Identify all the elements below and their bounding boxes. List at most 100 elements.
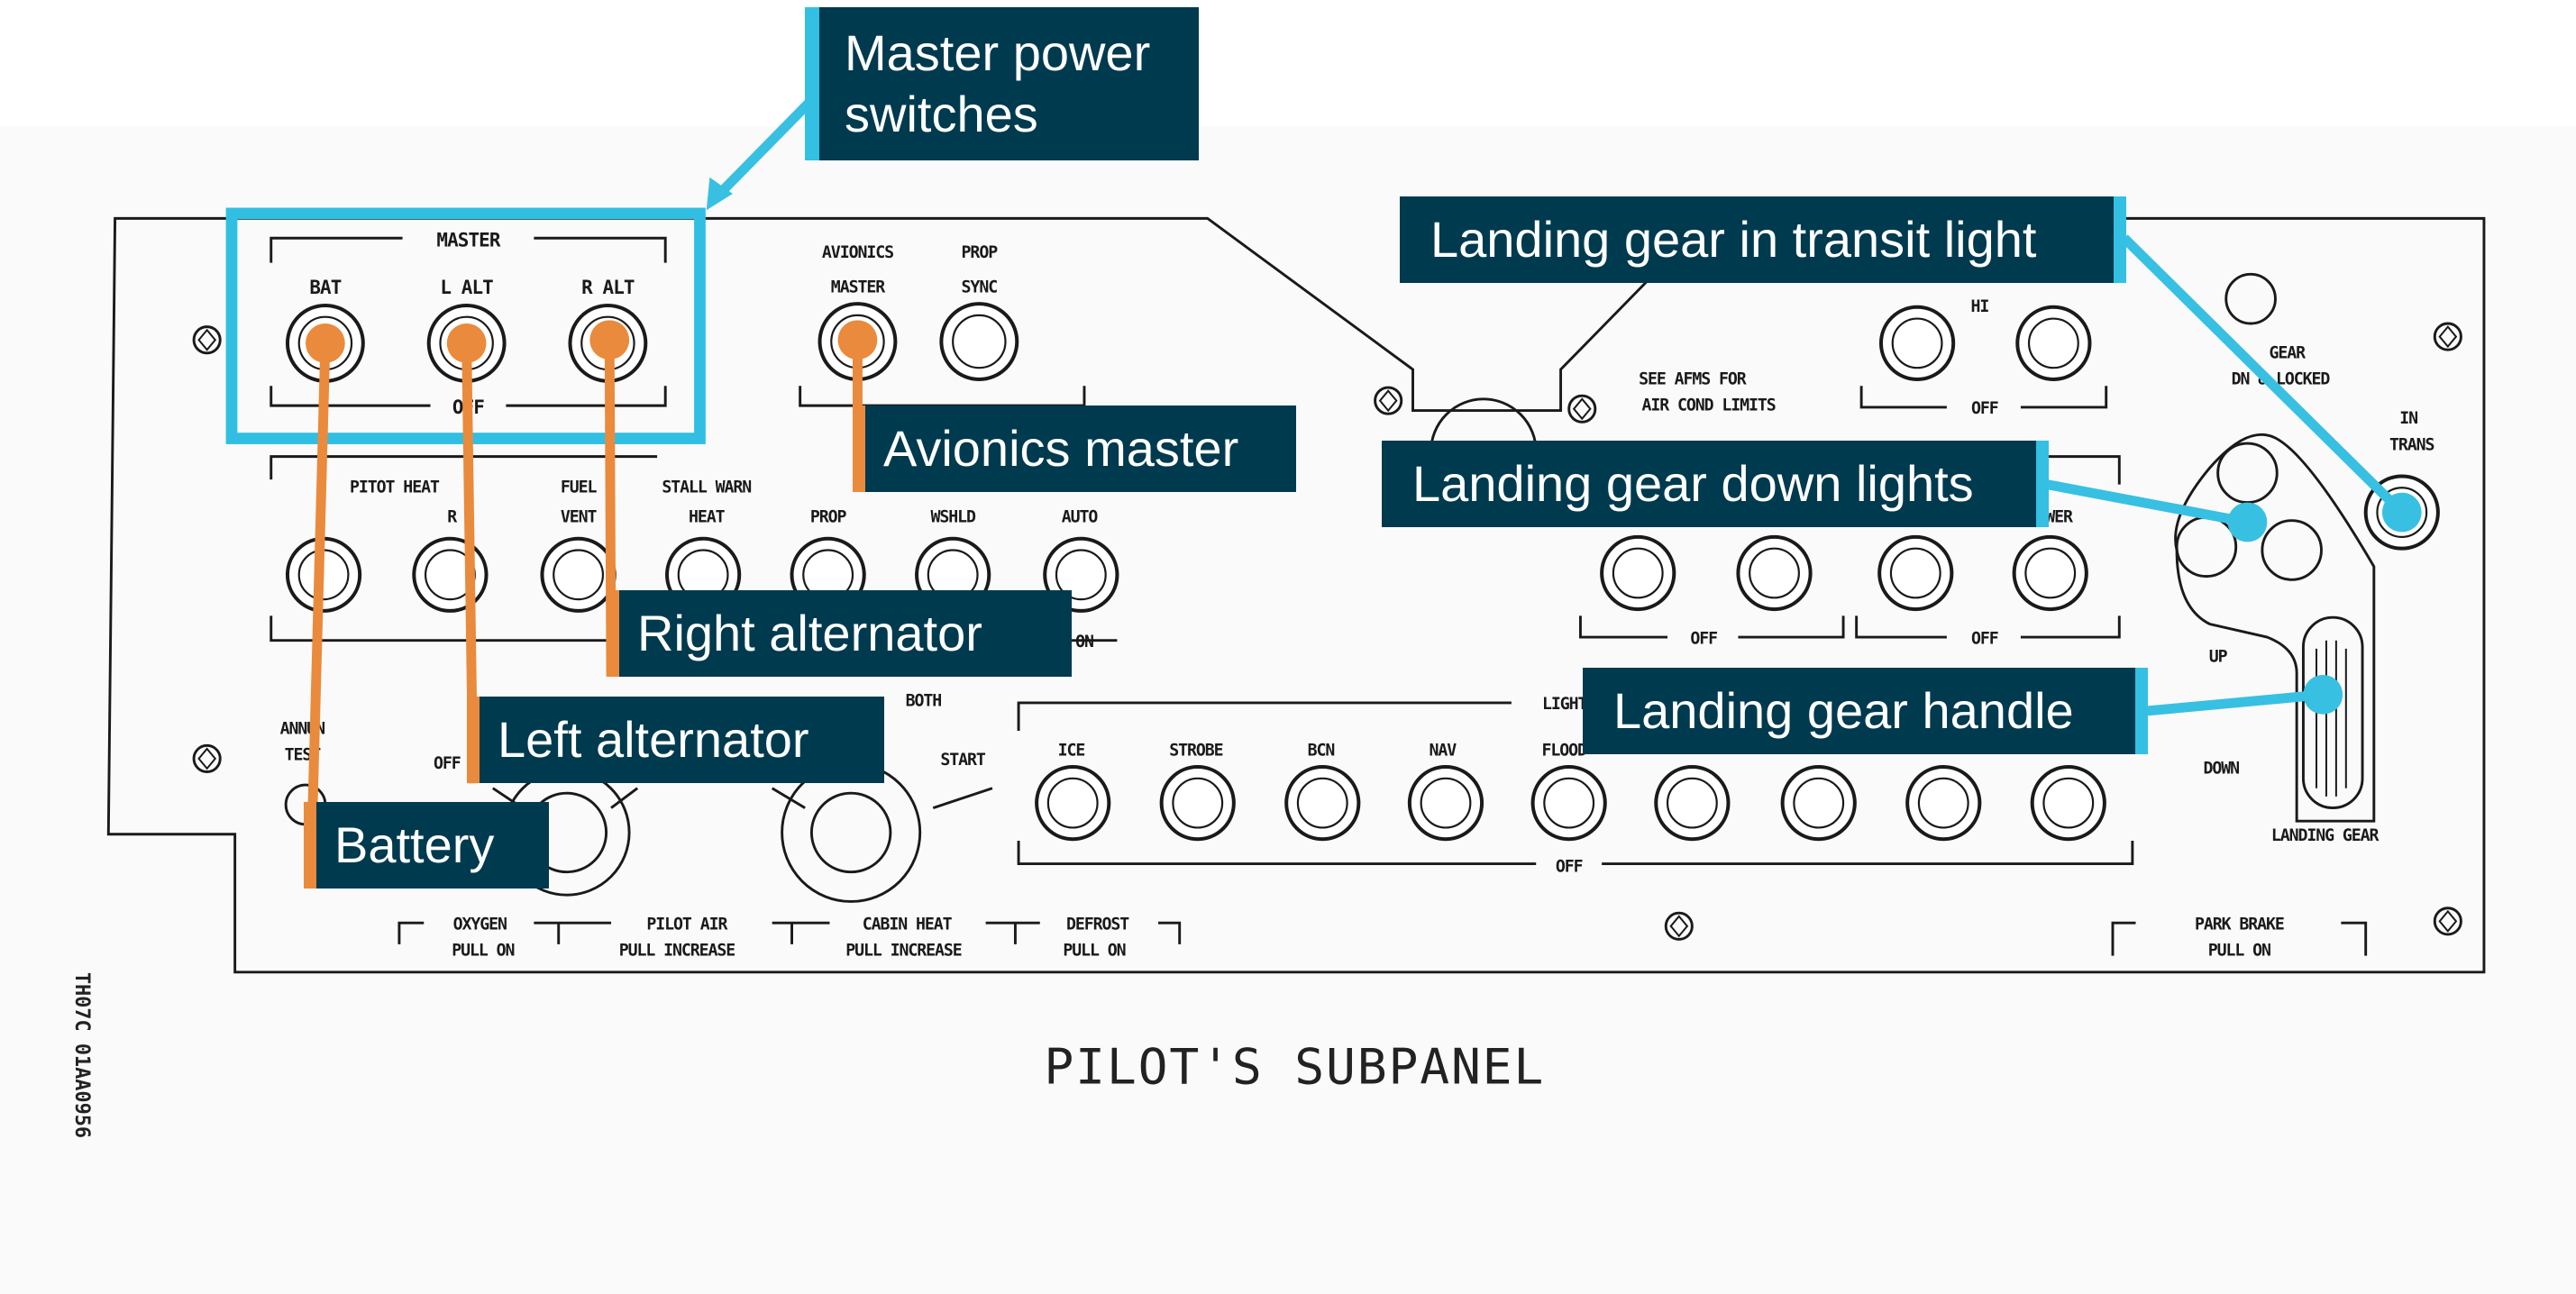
defrost-label-2: PULL ON: [1063, 942, 1125, 961]
callout-avionics-master-text: Avionics master: [883, 420, 1239, 477]
panel-title: PILOT'S SUBPANEL: [1044, 1038, 1545, 1096]
fuel-vent-label-2: VENT: [561, 508, 598, 527]
callout-battery-text: Battery: [334, 816, 495, 873]
hi-lo-switch-right[interactable]: [2015, 305, 2092, 381]
strobe-light-switch[interactable]: [1159, 765, 1236, 842]
screw-icon: [2433, 907, 2462, 936]
prop-heat-label: PROP: [810, 508, 847, 527]
callout-battery: Battery: [304, 802, 549, 888]
beacon-light-switch[interactable]: [1284, 765, 1361, 842]
gear-transit-leader: [2120, 234, 2406, 516]
hi-label: HI: [1970, 297, 1988, 316]
env-switch-1[interactable]: [1600, 534, 1676, 612]
callout-master-power-switches: Master power switches: [805, 7, 1199, 160]
avionics-marker: [837, 320, 878, 360]
oxygen-label-1: OXYGEN: [453, 915, 507, 934]
right-starter-knob[interactable]: [771, 761, 993, 903]
in-trans-label-2: TRANS: [2389, 435, 2434, 454]
pitot-heat-r-switch[interactable]: [412, 536, 489, 613]
pilot-air-label-2: PULL INCREASE: [619, 942, 735, 961]
master-callout-leader: [716, 98, 814, 197]
prop-sync-label-1: PROP: [962, 243, 999, 262]
on-label: ON: [1075, 633, 1093, 652]
callout-right-alternator: Right alternator: [607, 590, 1072, 677]
avionics-label-1: AVIONICS: [822, 243, 893, 262]
screw-icon: [1567, 394, 1597, 424]
screw-icon: [1374, 386, 1403, 415]
park-brake-label-1: PARK BRAKE: [2195, 915, 2284, 934]
landing-gear-handle[interactable]: [2301, 615, 2364, 810]
screw-icon: [192, 743, 222, 773]
avionics-label-2: MASTER: [831, 278, 885, 296]
auto-label: AUTO: [1062, 508, 1099, 527]
callout-right-alternator-text: Right alternator: [637, 605, 982, 661]
stall-warn-label-1: STALL WARN: [662, 478, 751, 497]
flood-light-switch[interactable]: [1530, 765, 1607, 842]
callout-master-power-line1: Master power: [845, 24, 1151, 81]
hi-lo-switch-left[interactable]: [1878, 305, 1956, 381]
fuel-vent-switch[interactable]: [540, 536, 617, 613]
callout-gear-down-lights-text: Landing gear down lights: [1412, 455, 1974, 512]
see-afms-label-1: SEE AFMS FOR: [1639, 369, 1747, 388]
env-off-label-1: OFF: [1690, 629, 1717, 648]
cabin-heat-label-1: CABIN HEAT: [863, 915, 953, 934]
callout-left-alternator: Left alternator: [467, 697, 884, 783]
gear-handle-marker: [2303, 674, 2343, 715]
prop-sync-switch[interactable]: [939, 302, 1019, 381]
env-off-label-2: OFF: [1971, 629, 1998, 648]
callout-gear-down-lights: Landing gear down lights: [1382, 441, 2049, 527]
ice-light-switch[interactable]: [1035, 765, 1111, 842]
nav-light-switch[interactable]: [1407, 765, 1484, 842]
light-switch-7[interactable]: [1780, 765, 1857, 842]
panel-left-edge: [107, 218, 116, 834]
light-switch-8[interactable]: [1905, 765, 1982, 842]
light-switch-9[interactable]: [2030, 765, 2106, 842]
left-alt-marker: [446, 324, 487, 363]
start-label: START: [940, 751, 986, 770]
callout-master-power-line2: switches: [845, 86, 1038, 142]
pilot-subpanel-diagram: MASTER BAT L ALT R ALT OFF AVIONICS MAST…: [70, 98, 2486, 1138]
in-trans-label-1: IN: [2399, 409, 2417, 428]
env-switch-3[interactable]: [1877, 534, 1954, 612]
hi-lo-off-label: OFF: [1971, 399, 1998, 418]
callout-gear-handle: Landing gear handle: [1583, 668, 2148, 754]
pitot-heat-label: PITOT HEAT: [350, 478, 440, 497]
strobe-label: STROBE: [1169, 741, 1222, 760]
fuel-vent-label-1: FUEL: [561, 478, 598, 497]
callout-gear-in-transit-text: Landing gear in transit light: [1430, 211, 2037, 268]
env-switch-2[interactable]: [1736, 534, 1813, 612]
env-bracket-bottom: [1578, 615, 2121, 639]
pilot-air-label-1: PILOT AIR: [646, 915, 727, 934]
gear-up-label: UP: [2209, 647, 2228, 666]
prop-sync-label-2: SYNC: [962, 278, 998, 296]
screw-icon: [2433, 322, 2462, 351]
gear-down-marker: [2227, 502, 2268, 542]
gear-down-label: DOWN: [2204, 759, 2240, 778]
park-brake-label-2: PULL ON: [2208, 942, 2270, 961]
callout-left-alternator-text: Left alternator: [498, 711, 809, 768]
flood-label: FLOOD: [1542, 741, 1588, 760]
see-afms-label-2: AIR COND LIMITS: [1642, 396, 1776, 415]
right-alt-marker: [589, 320, 630, 360]
ice-label: ICE: [1058, 741, 1085, 760]
defrost-label-1: DEFROST: [1066, 915, 1129, 934]
bcn-label: BCN: [1308, 741, 1335, 760]
cabin-heat-label-2: PULL INCREASE: [845, 942, 962, 961]
oxygen-label-2: PULL ON: [452, 942, 514, 961]
master-group-label: MASTER: [436, 229, 500, 251]
pitot-r-label: R: [447, 508, 457, 527]
gear-down-light-nose: [2216, 442, 2279, 505]
gear-down-light-left: [2175, 515, 2238, 579]
gear-down-leader: [2046, 479, 2249, 527]
l-alt-label: L ALT: [440, 277, 493, 298]
wshld-label: WSHLD: [930, 508, 976, 527]
light-switch-6[interactable]: [1654, 765, 1731, 842]
nav-label: NAV: [1430, 741, 1457, 760]
callout-gear-handle-text: Landing gear handle: [1613, 682, 2074, 739]
figure-code: TH07C 01AA0956: [70, 972, 93, 1138]
landing-gear-label: LANDING GEAR: [2271, 826, 2380, 845]
gear-warning-horn-test[interactable]: [2224, 272, 2277, 325]
blower-switch[interactable]: [2012, 534, 2088, 612]
both-label: BOTH: [906, 692, 942, 711]
callout-gear-in-transit: Landing gear in transit light: [1400, 196, 2126, 283]
